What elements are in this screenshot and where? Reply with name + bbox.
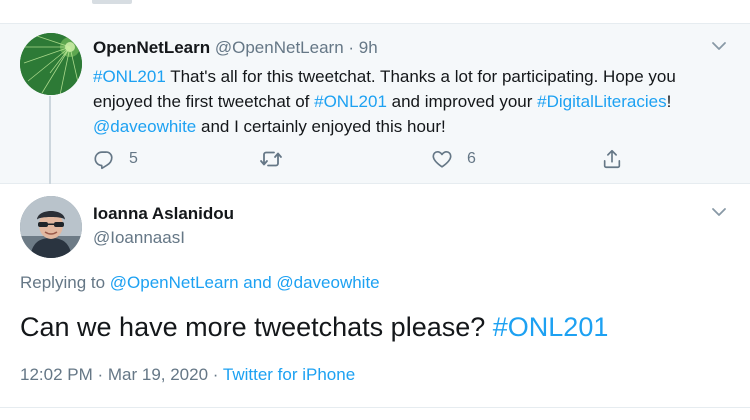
parent-tweet[interactable]: OpenNetLearn @OpenNetLearn · 9h #ONL201 … [0, 24, 750, 184]
replying-prefix: Replying to [20, 273, 110, 292]
replying-to: Replying to @OpenNetLearn and @daveowhit… [20, 272, 380, 294]
tweet-actions: 5 6 [93, 146, 653, 172]
reply-button[interactable]: 5 [93, 146, 138, 172]
author-handle[interactable]: @IoannaasI [93, 228, 185, 248]
replying-and[interactable]: and [239, 273, 277, 292]
hashtag-link[interactable]: #ONL201 [493, 312, 609, 342]
tweet-text-segment: and I certainly enjoyed this hour! [196, 117, 446, 136]
green-network-avatar[interactable] [20, 33, 82, 95]
previous-tweet-action-fragment [92, 0, 132, 4]
tweet-time[interactable]: 9h [359, 38, 378, 57]
tweet-meta: 12:02 PM · Mar 19, 2020 · Twitter for iP… [20, 364, 355, 386]
author-name[interactable]: OpenNetLearn [93, 38, 210, 57]
reply-tweet-text: Can we have more tweetchats please? #ONL… [20, 310, 608, 344]
reply-tweet[interactable]: Ioanna Aslanidou @IoannaasI Replying to … [0, 184, 750, 408]
separator: · [208, 365, 223, 384]
chevron-down-icon[interactable] [711, 204, 727, 220]
hashtag-link[interactable]: #ONL201 [93, 67, 166, 86]
reply-icon [93, 148, 115, 170]
reply-count: 5 [129, 150, 138, 167]
mention-link[interactable]: @OpenNetLearn [110, 273, 239, 292]
parent-tweet-text: #ONL201 That's all for this tweetchat. T… [93, 64, 713, 139]
mention-link[interactable]: @daveowhite [93, 117, 196, 136]
share-icon [601, 148, 623, 170]
share-button[interactable] [601, 146, 623, 172]
tweet-text-segment: ! [666, 92, 672, 111]
tweet-time[interactable]: 12:02 PM [20, 365, 93, 384]
like-button[interactable]: 6 [431, 146, 476, 172]
tweet-text-segment: Can we have more tweetchats please? [20, 312, 493, 342]
previous-tweet-edge [0, 0, 750, 24]
thread-connector [49, 96, 51, 188]
hashtag-link[interactable]: #ONL201 [314, 92, 387, 111]
next-section-edge [0, 408, 750, 420]
user-photo-avatar[interactable] [20, 196, 82, 258]
separator: · [92, 365, 108, 384]
retweet-icon [259, 148, 283, 170]
author-handle[interactable]: @OpenNetLearn [215, 38, 344, 57]
hashtag-link[interactable]: #DigitalLiteracies [537, 92, 666, 111]
parent-tweet-header: OpenNetLearn @OpenNetLearn · 9h [93, 38, 378, 58]
tweet-text-segment: and improved your [386, 92, 538, 111]
tweet-date[interactable]: Mar 19, 2020 [108, 365, 208, 384]
retweet-button[interactable] [259, 146, 283, 172]
tweet-source-link[interactable]: Twitter for iPhone [223, 365, 355, 384]
like-count: 6 [467, 150, 476, 167]
mention-link[interactable]: @daveowhite [276, 273, 379, 292]
heart-icon [431, 148, 453, 170]
author-name[interactable]: Ioanna Aslanidou [93, 204, 234, 224]
separator: · [348, 38, 355, 57]
chevron-down-icon[interactable] [711, 38, 727, 54]
